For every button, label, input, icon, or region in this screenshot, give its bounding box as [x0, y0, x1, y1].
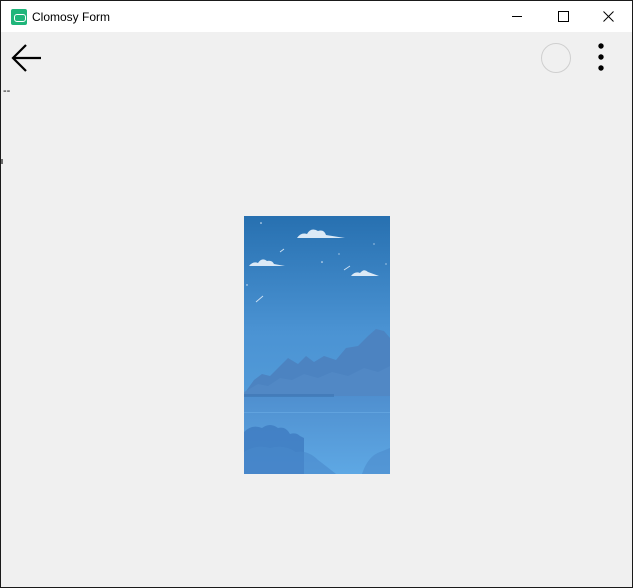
back-button[interactable] — [10, 41, 46, 77]
stray-label: -- — [3, 85, 11, 97]
title-bar[interactable]: Clomosy Form — [1, 1, 632, 32]
window-title: Clomosy Form — [32, 10, 111, 24]
more-vertical-icon — [598, 43, 604, 71]
more-menu-button[interactable] — [591, 41, 613, 75]
sky-mountains-image — [244, 216, 390, 474]
sky-mountains-illustration — [244, 216, 390, 474]
minimize-icon — [512, 16, 522, 17]
edge-marker — [1, 159, 3, 164]
maximize-icon — [558, 11, 569, 22]
close-icon — [603, 11, 614, 22]
app-icon — [11, 9, 27, 25]
close-button[interactable] — [586, 1, 632, 32]
status-circle-button[interactable] — [541, 43, 571, 73]
maximize-button[interactable] — [540, 1, 586, 32]
minimize-button[interactable] — [494, 1, 540, 32]
arrow-left-icon — [11, 44, 41, 72]
app-window: Clomosy Form -- — [0, 0, 633, 588]
